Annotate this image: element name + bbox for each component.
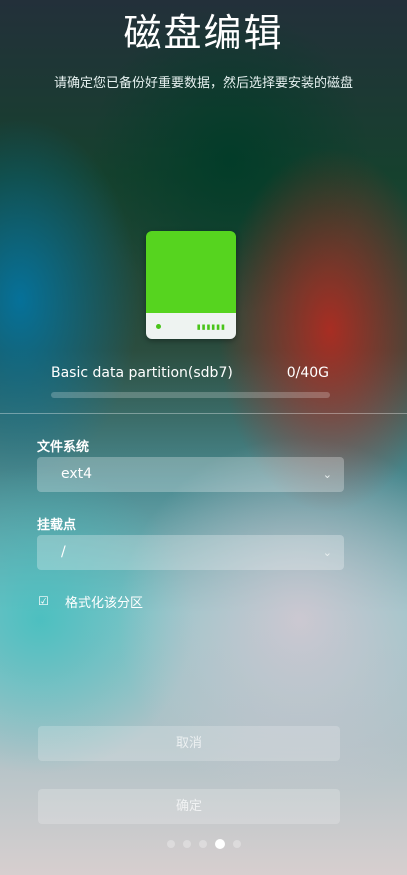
format-checkbox-label: 格式化该分区 — [65, 596, 144, 611]
partition-usage-bar — [51, 392, 330, 398]
disk-led-icon — [156, 324, 161, 329]
chevron-down-icon: ⌄ — [322, 468, 332, 481]
filesystem-value: ext4 — [61, 466, 93, 482]
filesystem-select[interactable]: ext4 ⌄ — [37, 457, 344, 492]
chevron-down-icon: ⌄ — [322, 546, 332, 559]
disk-icon: ▮▮▮▮▮▮ — [146, 231, 236, 339]
mountpoint-select[interactable]: / ⌄ — [37, 535, 344, 570]
filesystem-label: 文件系统 — [37, 440, 90, 455]
page-dot — [232, 840, 241, 848]
disk-vent-icon: ▮▮▮▮▮▮ — [196, 323, 226, 331]
page-title: 磁盘编辑 — [123, 11, 284, 55]
format-checkbox-row[interactable]: ☑ 格式化该分区 — [37, 592, 144, 612]
confirm-button[interactable]: 确定 — [38, 789, 340, 824]
page-indicator — [0, 839, 407, 849]
mountpoint-value: / — [61, 544, 66, 560]
mountpoint-label: 挂载点 — [37, 518, 77, 533]
cancel-button[interactable]: 取消 — [38, 726, 340, 761]
page-dot — [214, 839, 225, 849]
page-dot — [198, 840, 207, 848]
page-dot — [166, 840, 175, 848]
checkbox-checked-icon[interactable]: ☑ — [37, 595, 50, 608]
partition-size: 0/40G — [286, 365, 329, 381]
page-dot — [182, 840, 191, 848]
divider — [0, 413, 407, 414]
partition-label: Basic data partition(sdb7) — [51, 365, 233, 381]
page-subtitle: 请确定您已备份好重要数据，然后选择要安装的磁盘 — [53, 76, 353, 91]
